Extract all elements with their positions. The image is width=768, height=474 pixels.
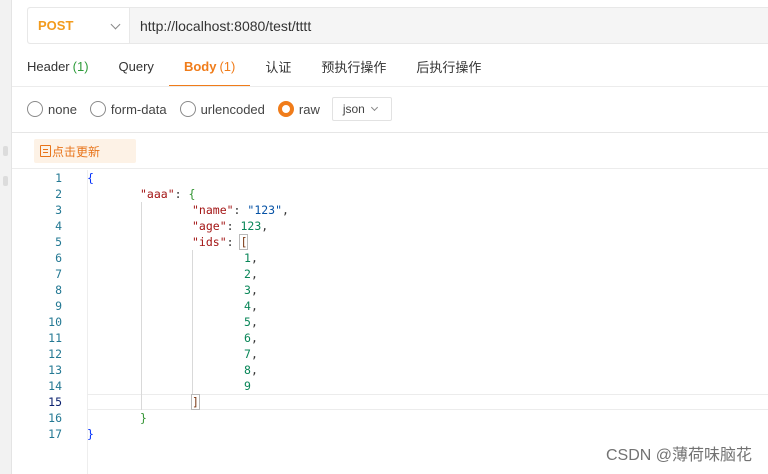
code-line: 13 8,	[12, 362, 768, 378]
json-array-item: 1	[244, 251, 251, 265]
radio-circle[interactable]	[27, 101, 43, 117]
tab-count: (1)	[219, 59, 236, 74]
line-number: 3	[55, 203, 62, 217]
radio-label: form-data	[110, 101, 167, 117]
radio-form-data[interactable]: form-data	[89, 101, 167, 117]
tab-header[interactable]: Header (1)	[27, 48, 104, 85]
radio-circle[interactable]	[179, 101, 196, 117]
code-line: 9 4,	[12, 298, 768, 314]
tab-label: Header	[27, 59, 70, 74]
line-number: 16	[48, 411, 62, 425]
chevron-down-icon	[370, 103, 378, 112]
chevron-down-icon	[110, 19, 121, 29]
radio-none[interactable]: none	[27, 101, 77, 117]
url-bar: POST http://localhost:8080/test/tttt	[27, 7, 768, 44]
line-number: 5	[55, 235, 62, 249]
tab-label: 认证	[265, 60, 292, 75]
code-line: 11 6,	[12, 330, 768, 346]
code-line: 14 9	[12, 378, 768, 394]
line-number: 1	[55, 171, 62, 185]
document-refresh-icon	[40, 145, 51, 157]
json-array-item: 2	[244, 267, 251, 281]
url-input[interactable]: http://localhost:8080/test/tttt	[140, 18, 311, 34]
radio-label: raw	[298, 101, 320, 117]
line-number: 7	[55, 267, 62, 281]
line-number: 11	[48, 331, 62, 345]
panel-handle	[3, 146, 8, 156]
code-line: 1{	[12, 170, 768, 186]
format-select[interactable]: json	[331, 97, 392, 121]
code-token: {	[87, 171, 94, 185]
tab-query[interactable]: Query	[104, 48, 169, 85]
line-number: 8	[55, 283, 62, 297]
radio-circle[interactable]	[89, 101, 106, 117]
code-line: 17}	[12, 426, 768, 442]
tab-post-script[interactable]: 后执行操作	[401, 48, 496, 85]
tab-count: (1)	[72, 59, 89, 74]
code-line: 16}	[12, 410, 768, 426]
json-array-item: 4	[244, 299, 251, 313]
watermark: CSDN @薄荷味脑花	[605, 447, 752, 464]
json-array-item: 3	[244, 283, 251, 297]
radio-circle-checked[interactable]	[277, 101, 294, 117]
line-number: 4	[55, 219, 62, 233]
code-line: 7 2,	[12, 266, 768, 282]
left-panel-edge	[0, 0, 12, 474]
json-key: "age"	[192, 219, 227, 233]
radio-raw[interactable]: raw	[277, 101, 320, 117]
code-line: 6 1,	[12, 250, 768, 266]
json-array-item: 9	[244, 379, 251, 393]
code-line: 5 "ids": [	[12, 234, 768, 250]
refresh-button[interactable]: 点击更新	[34, 139, 136, 163]
tabs-divider	[12, 86, 768, 87]
tab-label: 后执行操作	[416, 60, 482, 75]
radio-urlencoded[interactable]: urlencoded	[179, 101, 265, 117]
format-select-value: json	[342, 102, 365, 116]
request-tabs: Header (1) Query Body (1) 认证 预执行操作 后执行操作	[27, 48, 496, 87]
tab-label: 预执行操作	[321, 60, 387, 75]
line-number: 6	[55, 251, 62, 265]
radio-label: none	[48, 101, 77, 117]
code-line: 8 3,	[12, 282, 768, 298]
json-key: "name"	[192, 203, 234, 217]
line-number: 2	[55, 187, 62, 201]
radio-label: urlencoded	[200, 101, 265, 117]
line-number: 15	[48, 395, 62, 409]
method-select[interactable]: POST	[28, 8, 130, 43]
json-array-item: 5	[244, 315, 251, 329]
json-array-item: 7	[244, 347, 251, 361]
tab-label: Body	[183, 59, 217, 74]
tab-auth[interactable]: 认证	[250, 48, 306, 85]
line-number: 13	[48, 363, 62, 377]
tab-body[interactable]: Body (1)	[168, 48, 251, 87]
json-number-value: 123	[240, 219, 262, 233]
tab-pre-script[interactable]: 预执行操作	[306, 48, 401, 85]
line-number: 9	[55, 299, 62, 313]
editor-toolbar: 点击更新	[12, 133, 768, 169]
line-number: 17	[48, 427, 62, 441]
code-line-current: 15]	[12, 394, 768, 410]
line-number: 10	[48, 315, 62, 329]
code-editor[interactable]: 1{ 2 "aaa": { 3 "name": "123", 4 "age": 123…	[12, 170, 768, 474]
body-type-selector: none form-data urlencoded raw json	[27, 97, 392, 121]
code-line: 2 "aaa": {	[12, 186, 768, 202]
code-line: 10 5,	[12, 314, 768, 330]
json-key: "ids"	[192, 235, 227, 249]
refresh-button-label: 点击更新	[52, 144, 101, 159]
line-number: 14	[48, 379, 62, 393]
line-number: 12	[48, 347, 62, 361]
json-array-item: 8	[244, 363, 251, 377]
code-line: 4 "age": 123,	[12, 218, 768, 234]
method-label: POST	[38, 18, 74, 33]
json-key: "aaa"	[140, 187, 175, 201]
json-string-value: "123"	[247, 203, 283, 217]
json-array-item: 6	[244, 331, 251, 345]
tab-label: Query	[118, 59, 154, 74]
panel-handle	[3, 176, 8, 186]
code-line: 12 7,	[12, 346, 768, 362]
code-line: 3 "name": "123",	[12, 202, 768, 218]
